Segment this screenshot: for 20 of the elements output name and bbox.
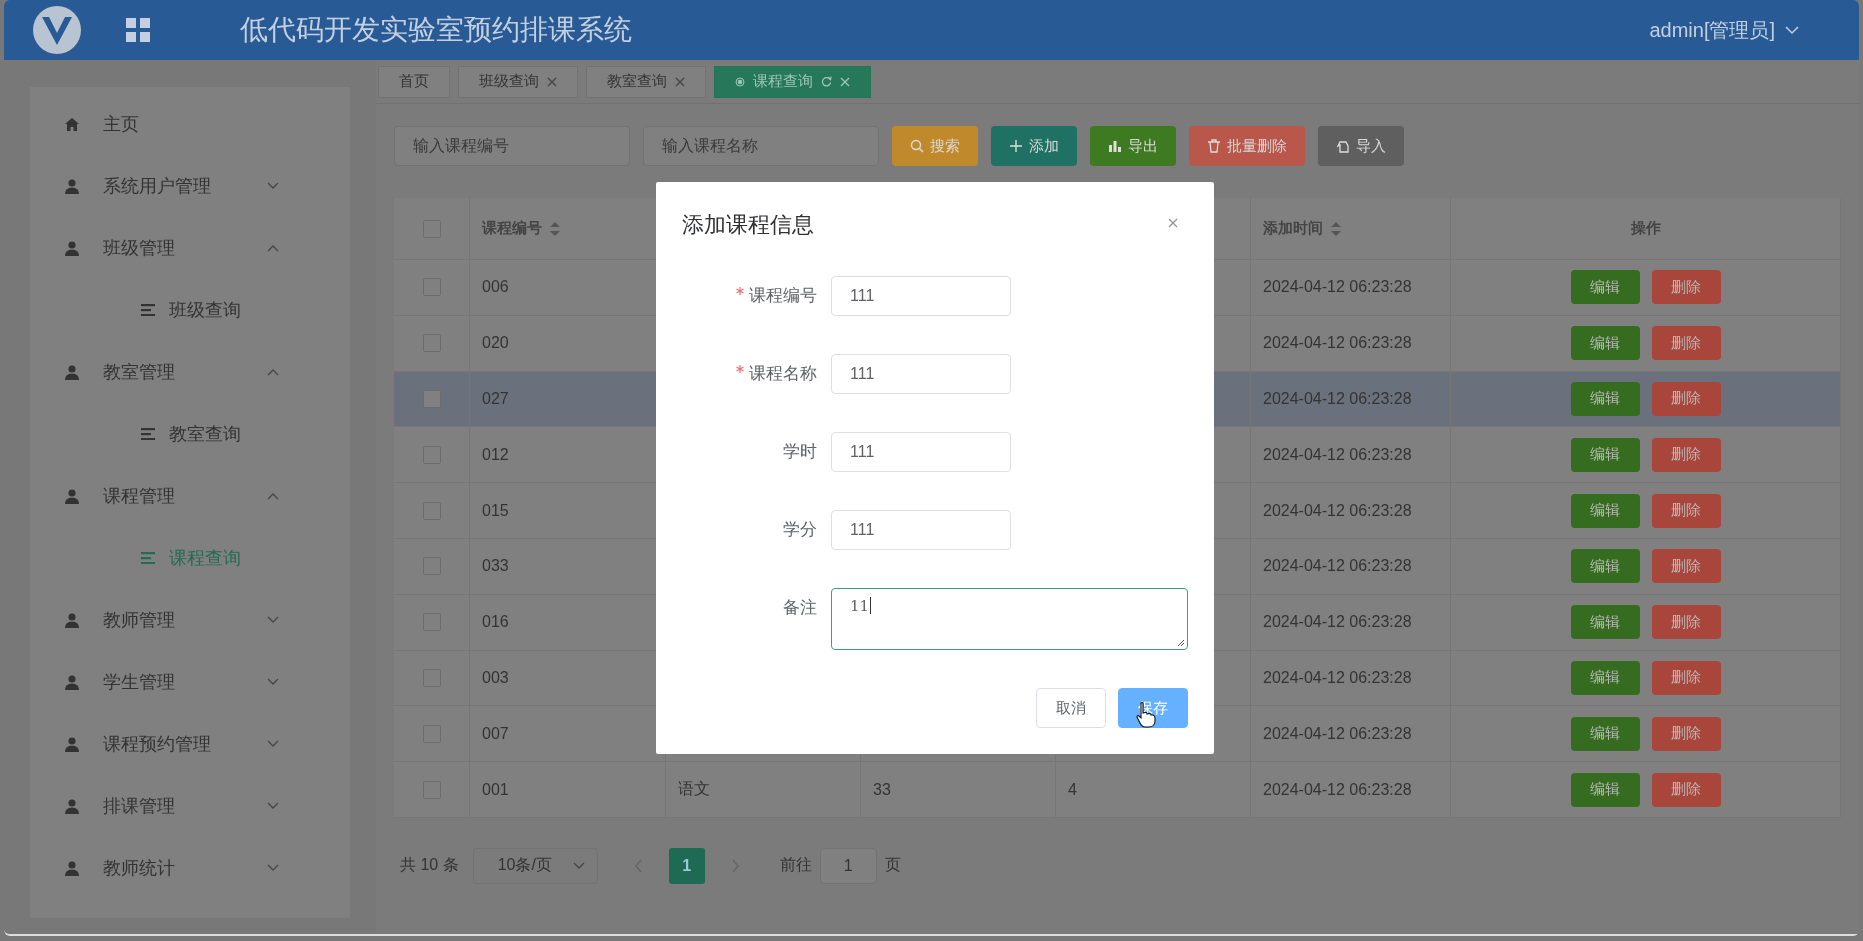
table-cell: 2024-04-12 06:23:28: [1251, 315, 1451, 372]
field-label: 学时: [782, 441, 818, 463]
table-cell: 001: [470, 762, 666, 818]
table-cell: 2024-04-12 06:23:28: [1251, 483, 1451, 539]
table-cell: 2024-04-12 06:23:28: [1251, 260, 1451, 316]
table-cell: 2024-04-12 06:23:28: [1251, 762, 1451, 818]
total-count: 共 10 条: [400, 855, 459, 876]
table-cell: 33: [861, 762, 1056, 818]
dialog-title: 添加课程信息: [682, 211, 814, 239]
table-cell: 2024-04-12 06:23:28: [1251, 539, 1451, 595]
page-suffix: 页: [884, 855, 901, 876]
table-cell: 语文: [666, 762, 861, 818]
app-title: 低代码开发实验室预约排课系统: [240, 13, 632, 47]
table-cell: 4: [1056, 762, 1251, 818]
goto-label: 前往: [779, 855, 812, 876]
table-cell: 2024-04-12 06:23:28: [1251, 594, 1451, 651]
field-label: 备注: [782, 597, 818, 619]
field-label: 课程名称: [682, 354, 831, 394]
field-label: 课程编号: [682, 276, 831, 316]
field-label: 学分: [782, 519, 818, 541]
